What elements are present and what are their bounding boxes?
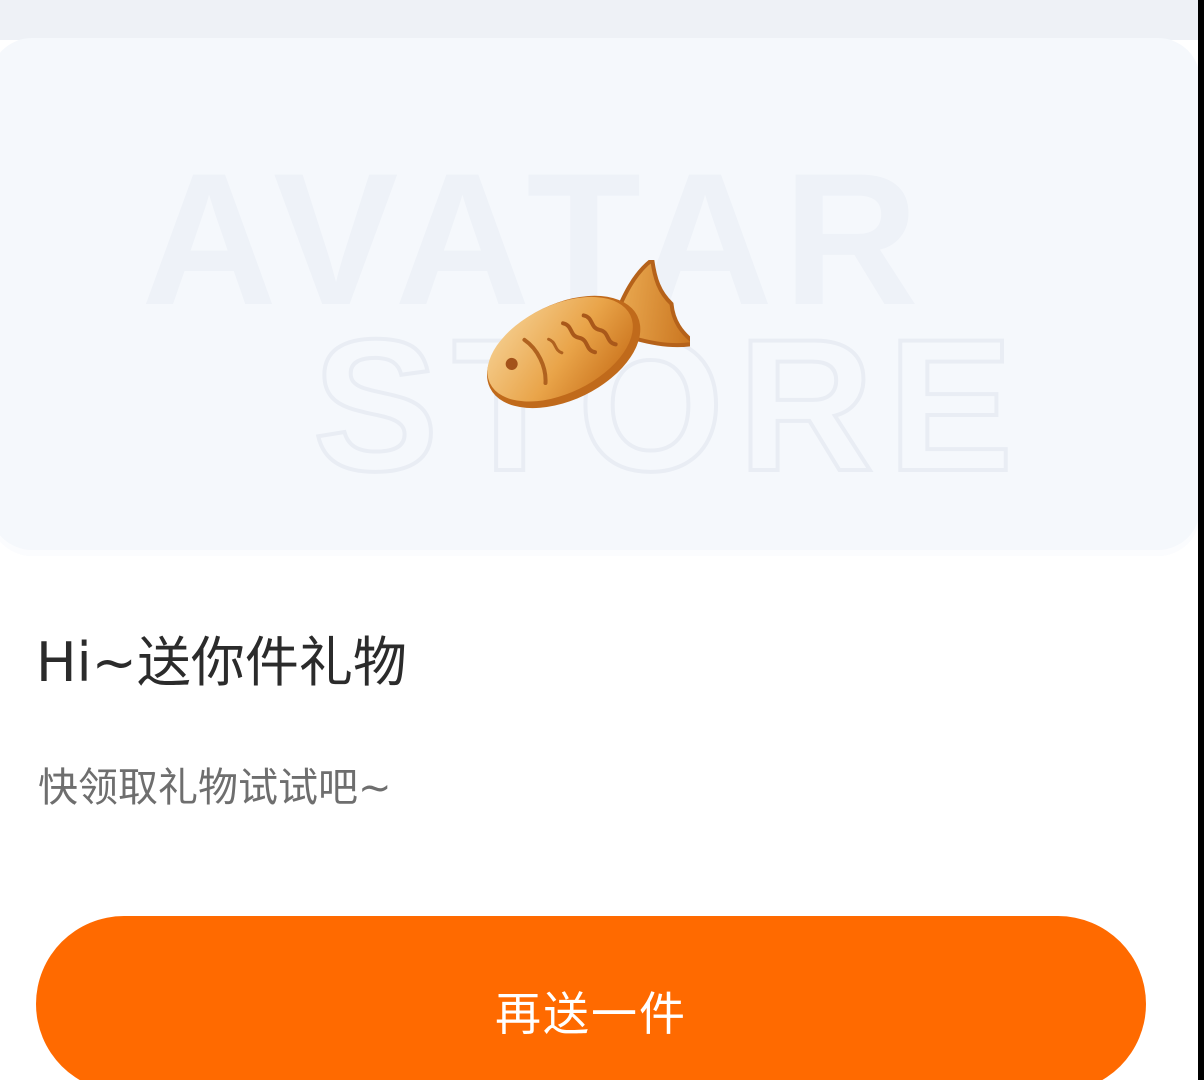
gift-screen: AVATAR STORE Hi~送你件礼物 快领取礼物试试吧~ 再送一件 [0, 0, 1204, 1080]
gift-preview-card: AVATAR STORE [0, 38, 1200, 556]
top-strip [0, 0, 1204, 40]
send-another-gift-button[interactable]: 再送一件 [36, 916, 1146, 1080]
screen-edge [1198, 0, 1204, 1080]
taiyaki-fish-icon [487, 260, 690, 409]
gift-greeting-title: Hi~送你件礼物 [36, 631, 407, 694]
gift-subtitle: 快领取礼物试试吧~ [38, 765, 392, 811]
send-another-gift-label: 再送一件 [495, 987, 687, 1041]
